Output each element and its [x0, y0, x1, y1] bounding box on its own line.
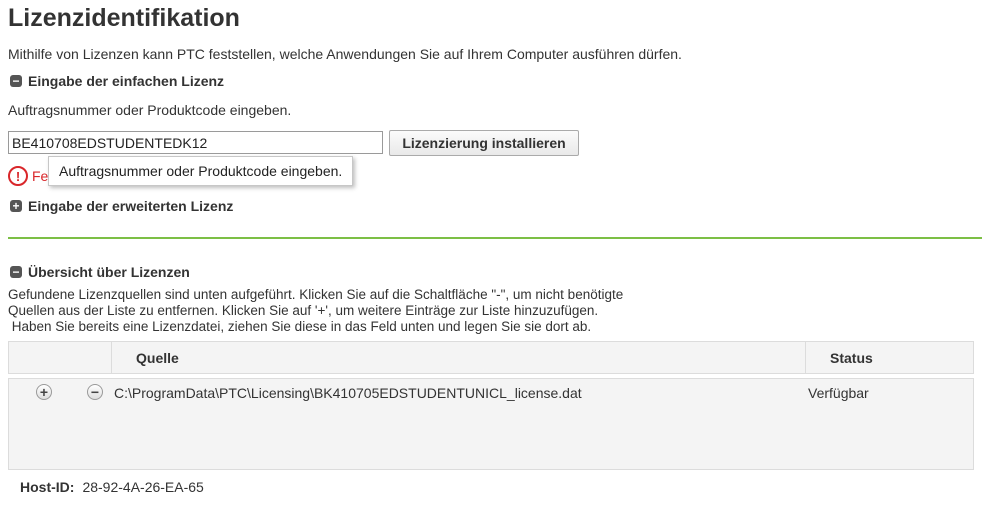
advanced-license-section-toggle[interactable]: + Eingabe der erweiterten Lizenz	[10, 198, 233, 214]
license-status: Verfügbar	[808, 385, 869, 401]
advanced-license-heading: Eingabe der erweiterten Lizenz	[28, 198, 234, 214]
collapse-minus-icon[interactable]: −	[10, 266, 22, 278]
add-source-button[interactable]: +	[36, 384, 52, 400]
page-description: Mithilfe von Lizenzen kann PTC feststell…	[8, 46, 682, 62]
error-exclamation-icon: !	[8, 166, 28, 186]
overview-text-line: Haben Sie bereits eine Lizenzdatei, zieh…	[8, 319, 592, 334]
host-id-label: Host-ID:	[20, 479, 75, 495]
overview-text-line: Gefundene Lizenzquellen sind unten aufge…	[8, 287, 624, 302]
license-instruction: Auftragsnummer oder Produktcode eingeben…	[8, 102, 292, 118]
actions-column-header	[9, 342, 112, 373]
error-text: Fe	[32, 168, 49, 184]
simple-license-heading: Eingabe der einfachen Lizenz	[28, 73, 225, 89]
remove-source-button[interactable]: −	[87, 384, 103, 400]
overview-text-line: Quellen aus der Liste zu entfernen. Klic…	[8, 303, 599, 318]
host-id: Host-ID: 28-92-4A-26-EA-65	[20, 479, 204, 495]
expand-plus-icon[interactable]: +	[10, 200, 22, 212]
input-tooltip: Auftragsnummer oder Produktcode eingeben…	[48, 156, 354, 186]
section-divider	[8, 237, 982, 239]
host-id-value: 28-92-4A-26-EA-65	[82, 479, 204, 495]
overview-section-toggle[interactable]: − Übersicht über Lizenzen	[10, 264, 190, 280]
install-license-button[interactable]: Lizenzierung installieren	[389, 130, 579, 156]
simple-license-section-toggle[interactable]: − Eingabe der einfachen Lizenz	[10, 73, 224, 89]
status-column-header[interactable]: Status	[806, 342, 973, 373]
license-source-path: C:\ProgramData\PTC\Licensing\BK410705EDS…	[114, 385, 582, 401]
error-message: ! Fe	[8, 166, 48, 186]
overview-heading: Übersicht über Lizenzen	[28, 264, 190, 280]
page-title: Lizenzidentifikation	[8, 4, 240, 32]
overview-description: Gefundene Lizenzquellen sind unten aufge…	[8, 287, 623, 335]
table-row[interactable]: + − C:\ProgramData\PTC\Licensing\BK41070…	[9, 381, 973, 405]
collapse-minus-icon[interactable]: −	[10, 75, 22, 87]
license-code-input[interactable]	[8, 131, 383, 154]
license-table-header: Quelle Status	[8, 341, 974, 374]
source-column-header[interactable]: Quelle	[112, 342, 806, 373]
license-table-dropzone[interactable]: + − C:\ProgramData\PTC\Licensing\BK41070…	[8, 378, 974, 470]
